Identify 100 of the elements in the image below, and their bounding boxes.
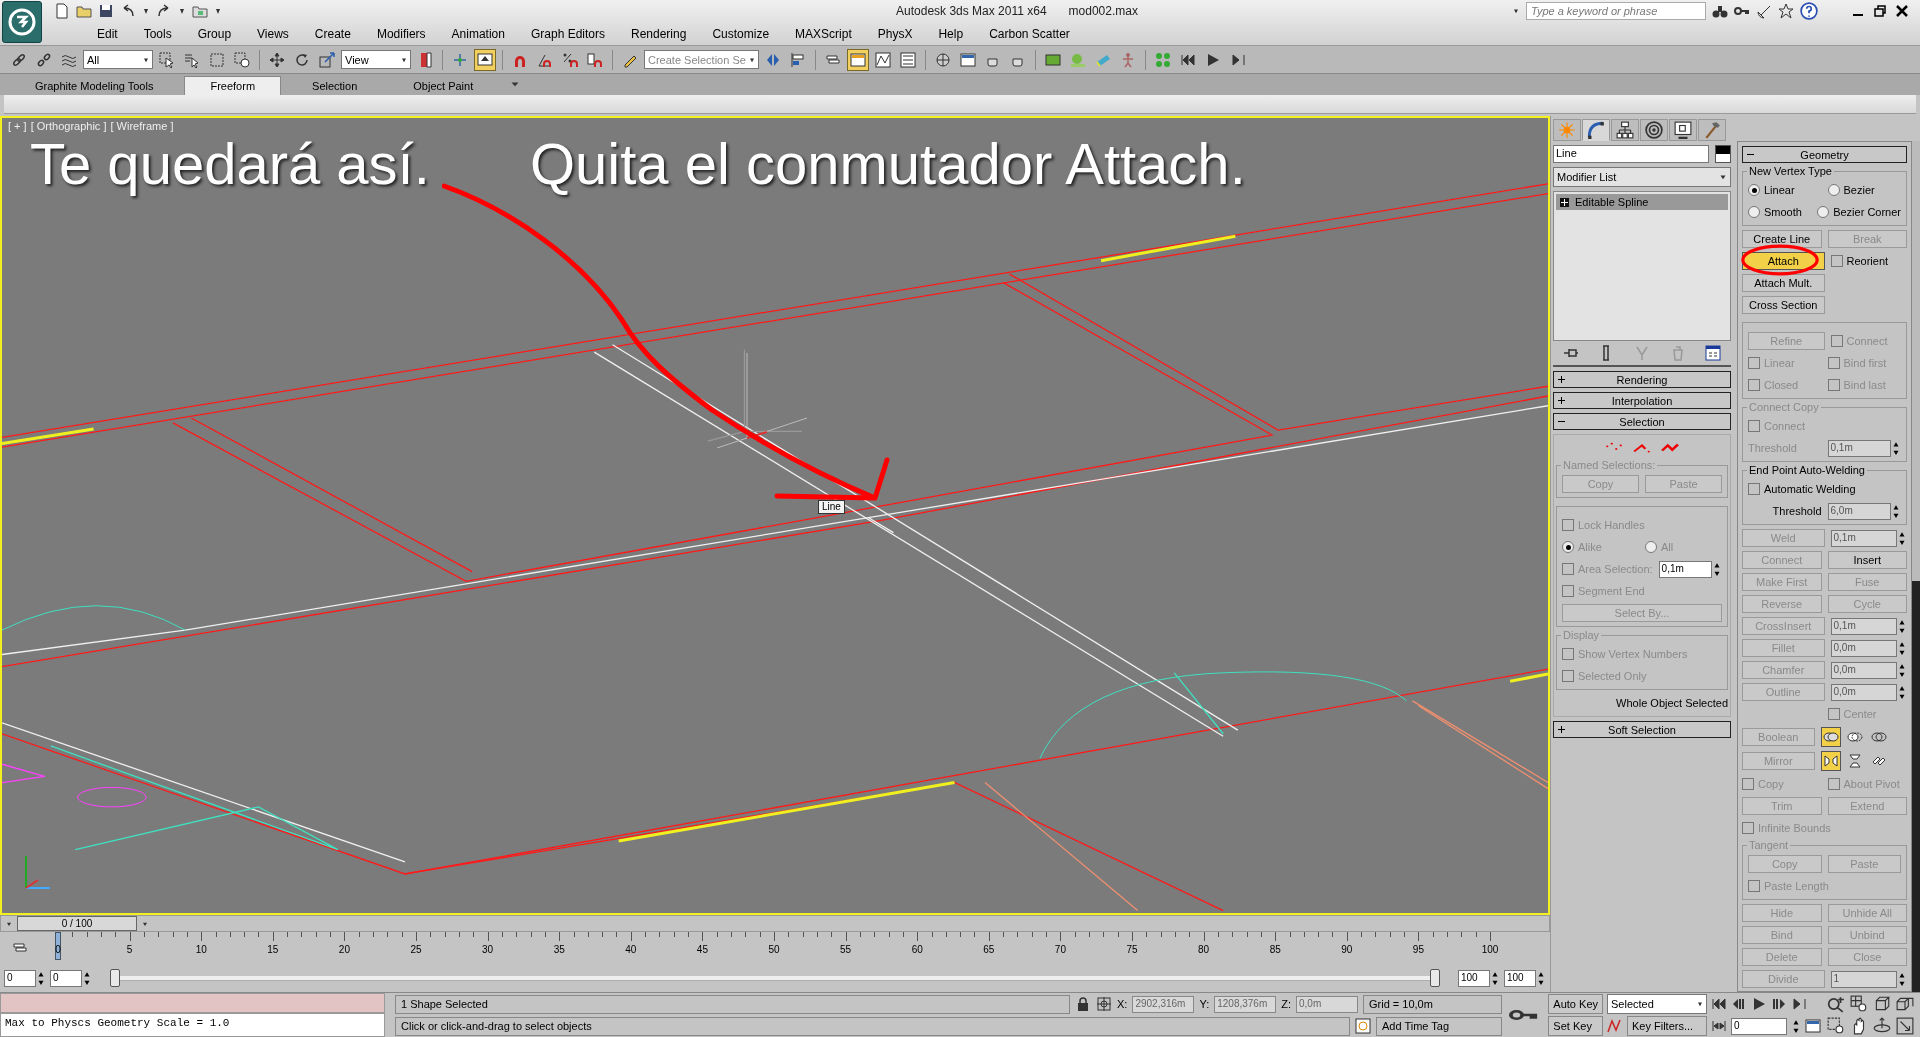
menu-item[interactable]: Tools [130, 26, 185, 41]
time-slider[interactable]: 0 / 100 [0, 915, 1550, 932]
menu-item[interactable]: Carbon Scatter [976, 26, 1083, 41]
close-icon[interactable] [1894, 3, 1910, 19]
radio-button[interactable] [1817, 206, 1830, 218]
coordinate-field[interactable]: 0,0m [1296, 995, 1358, 1013]
toggle-button[interactable] [1820, 751, 1841, 771]
menu-item[interactable]: Views [244, 26, 302, 41]
time-slider-thumb[interactable]: 0 / 100 [17, 916, 137, 931]
checkbox[interactable] [1748, 483, 1760, 495]
percent-magnet-icon[interactable] [562, 51, 578, 68]
menu-item[interactable]: MAXScript [782, 26, 865, 41]
new-file-icon[interactable] [54, 3, 70, 19]
time-config-icon[interactable] [960, 51, 976, 68]
help-icon[interactable] [1800, 2, 1818, 20]
panel-tab[interactable] [1669, 119, 1697, 141]
panel-tab[interactable] [1611, 119, 1639, 141]
key-interval-icon[interactable] [1711, 1018, 1727, 1034]
selection-filter-dropdown[interactable]: All [83, 50, 153, 69]
move-icon[interactable] [269, 51, 285, 68]
window-crossing-icon[interactable] [234, 51, 250, 68]
lock-icon[interactable] [1075, 996, 1091, 1012]
link-icon[interactable] [11, 51, 27, 68]
select-by-name-icon[interactable] [184, 51, 200, 68]
open-folder-icon[interactable] [76, 3, 92, 19]
curve-graph-icon[interactable] [875, 51, 891, 68]
curve-key-icon[interactable] [1607, 1018, 1623, 1034]
radio-button[interactable] [1827, 184, 1840, 196]
set-key-button[interactable]: Set Key [1548, 1016, 1603, 1036]
menu-item[interactable]: Rendering [618, 26, 700, 41]
satellite-dish-icon[interactable] [1756, 3, 1772, 19]
modifier-list-dropdown[interactable]: Modifier List [1553, 167, 1731, 187]
panel-button[interactable]: Insert [1827, 551, 1907, 569]
spinner-field[interactable]: 0 [4, 969, 36, 987]
time-config-icon[interactable] [1805, 1018, 1821, 1034]
named-selection-field[interactable]: Create Selection Se [644, 50, 759, 69]
panel-button[interactable]: Attach Mult. [1742, 274, 1825, 292]
stack-item[interactable]: Editable Spline [1556, 194, 1728, 210]
radio-button[interactable] [1748, 184, 1760, 196]
select-object-icon[interactable] [159, 51, 175, 68]
project-folder-icon[interactable] [192, 3, 208, 19]
prev-frame-icon[interactable] [1731, 996, 1747, 1012]
viewport[interactable]: [ + ] [ Orthographic ] [ Wireframe ] Te quedará así. Quita el conmutador Attach. Line [0, 116, 1550, 915]
spinner-field[interactable]: 0,1m [1658, 560, 1712, 578]
object-color-swatch[interactable] [1715, 145, 1731, 163]
spinner-field[interactable]: 100 [1458, 969, 1490, 987]
menu-item[interactable]: Create [301, 26, 364, 41]
ribbon-tab[interactable]: Selection [287, 76, 383, 95]
menu-item[interactable]: Modifiers [363, 26, 439, 41]
spinner-field[interactable]: 100 [1504, 969, 1536, 987]
viewport-label[interactable]: [ + ] [8, 120, 27, 132]
sets-window-icon[interactable] [1705, 345, 1722, 361]
next-frame-icon[interactable] [1771, 996, 1787, 1012]
rotate-icon[interactable] [294, 51, 310, 68]
menu-item[interactable]: Edit [84, 26, 131, 41]
coordinate-field[interactable]: 2902,316m [1132, 995, 1195, 1013]
sphere-grid-icon[interactable] [935, 51, 951, 68]
cube-frame-icon[interactable] [1873, 995, 1891, 1013]
menu-item[interactable]: Animation [438, 26, 518, 41]
menu-item[interactable]: Help [925, 26, 977, 41]
viewport-label[interactable]: [ Orthographic ] [30, 120, 107, 132]
broken-link-icon[interactable] [36, 51, 52, 68]
panel-button[interactable]: Cross Section [1742, 296, 1825, 314]
maxscript-input-field[interactable] [0, 993, 385, 1013]
rollout-header[interactable]: Selection [1553, 413, 1731, 430]
scrollbar[interactable] [1912, 141, 1920, 992]
restore-icon[interactable] [1872, 3, 1888, 19]
maximize-icon[interactable] [1896, 1016, 1914, 1035]
ribbon-toggle-icon[interactable] [850, 51, 866, 68]
menu-item[interactable]: PhysX [864, 26, 926, 41]
spinner-magnet-icon[interactable] [587, 51, 603, 68]
region-zoom-icon[interactable] [1827, 1016, 1845, 1035]
menu-item[interactable]: Graph Editors [517, 26, 618, 41]
object-name-field[interactable]: Line [1553, 145, 1709, 163]
panel-button[interactable]: Create Line [1742, 230, 1822, 248]
save-icon[interactable] [98, 3, 114, 19]
toggle-button[interactable] [1820, 727, 1841, 747]
track-bar[interactable]: 0 5 10 15 20 25 30 35 40 45 50 55 60 65 70 75 80 85 90 95 100 [46, 932, 1502, 964]
checkbox[interactable] [1830, 255, 1843, 267]
time-tag-button[interactable]: Add Time Tag [1376, 1016, 1503, 1036]
viewport-label[interactable]: [ Wireframe ] [110, 120, 174, 132]
app-menu-button[interactable] [2, 1, 42, 43]
current-frame-field[interactable]: 0 [1731, 1017, 1787, 1035]
ribbon-tab[interactable]: Graphite Modeling Tools [10, 76, 179, 95]
align-icon[interactable] [790, 51, 806, 68]
crosshair-box-icon[interactable] [1096, 996, 1112, 1012]
zoom-icon[interactable] [1827, 995, 1845, 1013]
dot-grid-icon[interactable] [1155, 51, 1171, 68]
panel-tab[interactable] [1582, 119, 1610, 141]
cubes-frame-icon[interactable] [1896, 995, 1914, 1013]
rollout-header[interactable]: Rendering [1553, 371, 1731, 388]
scale-icon[interactable] [319, 51, 335, 68]
reference-coordinate-dropdown[interactable]: View [341, 50, 411, 69]
panel-tab[interactable] [1640, 119, 1668, 141]
rollout-header[interactable]: Soft Selection [1553, 721, 1731, 738]
zoom-all-icon[interactable] [1850, 995, 1868, 1013]
go-to-end-icon[interactable] [1230, 51, 1246, 68]
coordinate-field[interactable]: 1208,376m [1214, 995, 1277, 1013]
menu-item[interactable]: Customize [699, 26, 783, 41]
go-to-start-icon[interactable] [1711, 996, 1727, 1012]
